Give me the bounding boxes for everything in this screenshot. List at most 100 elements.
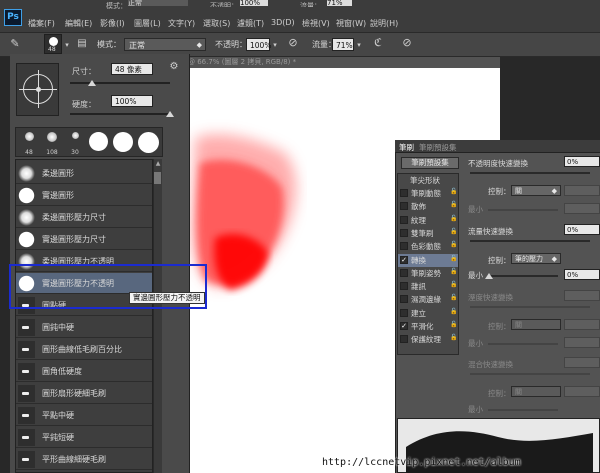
minimum-slider-knob[interactable] <box>485 273 493 279</box>
scroll-up-icon[interactable]: ▲ <box>154 160 162 167</box>
lock-icon[interactable]: 🔓 <box>450 334 457 341</box>
menu-image[interactable]: 影像(I) <box>100 18 125 29</box>
control-select-1[interactable]: 關 ◆ <box>511 185 561 196</box>
brush-setting-item[interactable]: 建立 🔓 <box>398 307 458 320</box>
setting-checkbox[interactable] <box>400 215 408 224</box>
setting-checkbox[interactable] <box>400 268 408 277</box>
mode-select[interactable]: 正常 ◆ <box>124 38 206 51</box>
setting-checkbox[interactable] <box>400 242 408 251</box>
flow-jitter-field[interactable]: 0% <box>564 224 600 235</box>
setting-checkbox[interactable] <box>400 189 408 197</box>
brush-preset-item[interactable]: 圓鈍中硬 <box>16 317 152 338</box>
brush-panel-toggle-icon[interactable]: ▤ <box>75 38 89 50</box>
brush-setting-item[interactable]: 色彩動態 🔓 <box>398 240 458 253</box>
top-flow-field[interactable]: 71% <box>327 0 352 6</box>
scrollbar-thumb[interactable] <box>154 172 161 184</box>
lock-icon[interactable]: 🔓 <box>450 188 457 195</box>
setting-checkbox[interactable] <box>400 308 408 317</box>
flow-jitter-slider[interactable] <box>470 240 590 242</box>
size-slider[interactable] <box>70 82 170 84</box>
gear-icon[interactable]: ⚙ <box>168 61 180 73</box>
brush-preset-item[interactable]: 實邊圓形壓力尺寸 <box>16 229 152 250</box>
brush-setting-item[interactable]: 雙筆刷 🔓 <box>398 227 458 240</box>
brush-setting-item[interactable]: 筆刷姿勢 🔓 <box>398 267 458 280</box>
brush-preset-item[interactable]: 實邊圓形 <box>16 185 152 206</box>
menu-select[interactable]: 選取(S) <box>203 18 230 29</box>
lock-icon[interactable]: 🔓 <box>450 255 457 262</box>
brush-setting-item[interactable]: 筆刷動態 🔓 <box>398 187 458 200</box>
tab-brush-presets[interactable]: 筆刷預設集 <box>419 142 457 153</box>
setting-checkbox[interactable]: ✓ <box>400 322 408 330</box>
menu-filter[interactable]: 濾鏡(T) <box>237 18 264 29</box>
menu-3d[interactable]: 3D(D) <box>271 18 295 27</box>
brush-preset-item[interactable]: 平點中硬 <box>16 405 152 426</box>
menu-layer[interactable]: 圖層(L) <box>134 18 161 29</box>
lock-icon[interactable]: 🔓 <box>450 215 457 222</box>
hardness-slider[interactable] <box>70 113 170 115</box>
brush-thumbnail[interactable]: 30 <box>63 129 87 156</box>
minimum-field-2[interactable]: 0% <box>564 269 600 280</box>
brush-thumbnail[interactable] <box>86 129 110 156</box>
menu-type[interactable]: 文字(Y) <box>168 18 195 29</box>
lock-icon[interactable]: 🔓 <box>450 268 457 275</box>
brush-preset-item[interactable]: 柔邊圓形壓力尺寸 <box>16 207 152 228</box>
lock-icon[interactable]: 🔓 <box>450 281 457 288</box>
document-tab[interactable]: @ 66.7% (圖層 2 拷貝, RGB/8) * <box>180 57 500 68</box>
lock-icon[interactable]: 🔓 <box>450 241 457 248</box>
brush-thumbnail[interactable] <box>136 129 160 156</box>
top-opacity-field[interactable]: 100% <box>240 0 268 6</box>
opacity-jitter-field[interactable]: 0% <box>564 156 600 167</box>
menu-file[interactable]: 檔案(F) <box>28 18 55 29</box>
brush-setting-item[interactable]: 雜訊 🔓 <box>398 280 458 293</box>
lock-icon[interactable]: 🔓 <box>450 294 457 301</box>
setting-checkbox[interactable] <box>400 295 408 304</box>
brush-preset-dropdown-icon[interactable]: ▾ <box>63 39 71 51</box>
opacity-field[interactable]: 100% <box>246 38 271 51</box>
lock-icon[interactable]: 🔓 <box>450 308 457 315</box>
brush-tool-icon[interactable]: ✎ <box>8 38 22 50</box>
brush-setting-item[interactable]: 散佈 🔓 <box>398 200 458 213</box>
top-mode-select[interactable]: 正常 <box>128 0 188 6</box>
brush-preset-item[interactable]: 圓形曲線低毛刷百分比 <box>16 339 152 360</box>
setting-checkbox[interactable] <box>400 282 408 291</box>
menu-window[interactable]: 視窗(W) <box>336 18 366 29</box>
lock-icon[interactable]: 🔓 <box>450 321 457 328</box>
hardness-field[interactable]: 100% <box>111 95 153 107</box>
brush-preset-picker[interactable]: 48 <box>44 34 62 54</box>
brush-thumbnail[interactable]: 108 <box>40 129 64 156</box>
brush-setting-item[interactable]: 紋理 🔓 <box>398 214 458 227</box>
brush-setting-item[interactable]: ✓ 轉換 🔓 <box>398 253 458 267</box>
setting-checkbox[interactable]: ✓ <box>400 255 408 264</box>
size-field[interactable]: 48 像素 <box>111 63 153 75</box>
brush-preset-item[interactable]: 圓角低硬度 <box>16 361 152 382</box>
control-select-2[interactable]: 筆的壓力 ◆ <box>511 253 561 264</box>
menu-help[interactable]: 說明(H) <box>370 18 398 29</box>
lock-icon[interactable]: 🔓 <box>450 201 457 208</box>
setting-checkbox[interactable] <box>400 202 408 211</box>
brush-thumbnail[interactable]: 48 <box>17 129 41 156</box>
airbrush-icon[interactable]: ℭ <box>370 37 386 49</box>
brush-thumbnail[interactable] <box>111 129 135 156</box>
flow-dropdown-icon[interactable]: ▾ <box>355 39 363 51</box>
brush-preset-item[interactable]: 平鈍短硬 <box>16 427 152 448</box>
menu-edit[interactable]: 編輯(E) <box>65 18 92 29</box>
preset-list-scrollbar[interactable]: ▲ <box>153 159 162 473</box>
brush-presets-button[interactable]: 筆刷預設集 <box>401 157 459 169</box>
brush-setting-item[interactable]: 保護紋理 🔓 <box>398 333 458 346</box>
opacity-jitter-slider[interactable] <box>470 172 590 174</box>
setting-checkbox[interactable] <box>400 228 408 237</box>
opacity-dropdown-icon[interactable]: ▾ <box>271 39 279 51</box>
brush-preset-item[interactable]: 柔邊圓形 <box>16 163 152 184</box>
pressure-size-icon[interactable]: ⊘ <box>400 37 414 49</box>
pressure-opacity-icon[interactable]: ⊘ <box>286 37 300 49</box>
brush-tip-shape-item[interactable]: 筆尖形狀 <box>398 174 458 187</box>
menu-view[interactable]: 檢視(V) <box>302 18 330 29</box>
lock-icon[interactable]: 🔓 <box>450 228 457 235</box>
minimum-slider-2[interactable] <box>488 275 558 277</box>
tab-brush[interactable]: 筆刷 <box>399 142 414 153</box>
brush-setting-item[interactable]: ✓ 平滑化 🔓 <box>398 320 458 333</box>
brush-preset-item[interactable]: 平形曲線細硬毛刷 <box>16 449 152 470</box>
flow-field[interactable]: 71% <box>332 38 354 51</box>
size-slider-knob[interactable] <box>88 80 96 86</box>
setting-checkbox[interactable] <box>400 335 408 344</box>
